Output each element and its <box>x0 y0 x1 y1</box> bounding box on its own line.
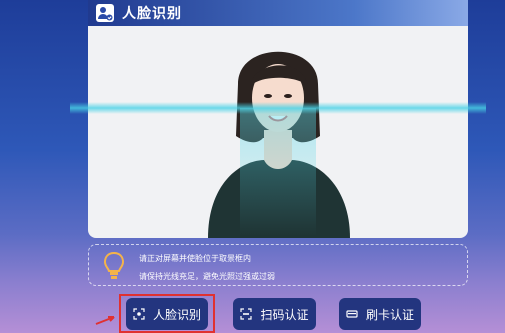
highlight-box <box>119 294 215 333</box>
tip-line-1: 请正对屏幕并使脸位于取景框内 <box>139 254 251 263</box>
qr-scan-icon <box>240 308 253 320</box>
pointer-arrow-icon <box>95 316 115 325</box>
face-id-icon <box>96 4 114 22</box>
page-header: 人脸识别 <box>88 0 468 26</box>
qr-auth-label: 扫码认证 <box>260 307 309 322</box>
qr-auth-button[interactable]: 扫码认证 <box>233 298 316 330</box>
card-icon <box>346 308 358 320</box>
card-auth-button[interactable]: 刷卡认证 <box>339 298 421 330</box>
page-title: 人脸识别 <box>122 6 182 22</box>
scan-glow <box>240 108 316 236</box>
card-auth-label: 刷卡认证 <box>365 307 414 322</box>
tip-line-2: 请保持光线充足，避免光照过强或过弱 <box>139 272 275 281</box>
lightbulb-icon <box>103 251 125 285</box>
tips-panel: 请正对屏幕并使脸位于取景框内 请保持光线充足，避免光照过强或过弱 <box>88 244 468 286</box>
